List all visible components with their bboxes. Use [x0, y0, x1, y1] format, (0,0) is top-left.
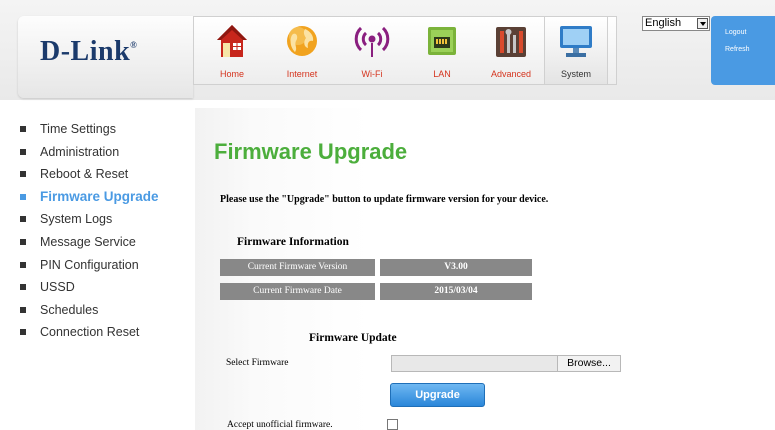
bullet-icon: [20, 329, 26, 336]
select-firmware-label: Select Firmware: [226, 358, 289, 368]
firmware-file-input[interactable]: Browse...: [391, 355, 621, 372]
home-icon: [217, 25, 247, 57]
language-select[interactable]: English: [642, 16, 710, 31]
nav-lan-label: LAN: [433, 69, 451, 79]
logout-link[interactable]: Logout: [725, 29, 746, 36]
wifi-icon: [354, 26, 390, 57]
bullet-icon: [20, 238, 26, 245]
brand-name: D-Link: [40, 36, 131, 67]
nav-wifi-label: Wi-Fi: [361, 69, 383, 79]
nav-advanced-label: Advanced: [490, 69, 532, 79]
bullet-icon: [20, 193, 26, 200]
nav-advanced[interactable]: Advanced: [480, 17, 542, 84]
nav-home[interactable]: Home: [201, 17, 263, 84]
tools-icon: [496, 27, 526, 57]
main-nav: Home Internet Wi-Fi LAN Advanced System: [193, 16, 617, 85]
sidebar-item-time-settings[interactable]: Time Settings: [20, 120, 195, 143]
bullet-icon: [20, 261, 26, 268]
nav-wifi[interactable]: Wi-Fi: [341, 17, 403, 84]
unofficial-firmware-checkbox[interactable]: [387, 419, 398, 430]
sidebar-menu: Time Settings Administration Reboot & Re…: [20, 120, 195, 346]
firmware-update-heading: Firmware Update: [309, 332, 397, 344]
refresh-link[interactable]: Refresh: [725, 46, 750, 53]
sidebar-item-administration[interactable]: Administration: [20, 143, 195, 166]
nav-lan[interactable]: LAN: [411, 17, 473, 84]
info-version-label: Current Firmware Version: [220, 259, 375, 276]
sidebar-item-label: Administration: [40, 144, 120, 159]
nav-system-label: System: [560, 69, 591, 79]
sidebar-item-label: Time Settings: [40, 122, 116, 136]
sidebar-item-label: PIN Configuration: [40, 257, 139, 272]
unofficial-firmware-label: Accept unofficial firmware.: [227, 420, 333, 430]
sidebar-item-pin-configuration[interactable]: PIN Configuration: [20, 256, 195, 279]
sidebar-item-label: Schedules: [40, 302, 99, 317]
sidebar-item-label: Firmware Upgrade: [40, 188, 159, 204]
sidebar-item-label: Message Service: [40, 234, 136, 249]
bullet-icon: [20, 216, 26, 223]
sidebar-item-schedules[interactable]: Schedules: [20, 301, 195, 324]
sidebar-item-label: USSD: [40, 280, 75, 295]
nav-internet-label: Internet: [286, 69, 318, 79]
bullet-icon: [20, 171, 26, 178]
bullet-icon: [20, 284, 26, 291]
info-date-label: Current Firmware Date: [220, 283, 375, 300]
nav-internet[interactable]: Internet: [271, 17, 333, 84]
bullet-icon: [20, 148, 26, 155]
sidebar-item-reboot-reset[interactable]: Reboot & Reset: [20, 165, 195, 188]
sidebar-item-connection-reset[interactable]: Connection Reset: [20, 323, 195, 346]
sidebar-item-ussd[interactable]: USSD: [20, 278, 195, 301]
sidebar-item-label: Connection Reset: [40, 325, 140, 340]
sidebar-item-message-service[interactable]: Message Service: [20, 233, 195, 256]
bullet-icon: [20, 306, 26, 313]
dlink-logo[interactable]: D-Link®: [40, 36, 137, 68]
nav-home-label: Home: [219, 69, 244, 79]
instruction-text: Please use the "Upgrade" button to updat…: [220, 194, 549, 205]
account-panel: Logout Refresh: [711, 16, 775, 85]
info-version-value: V3.00: [380, 259, 532, 276]
computer-icon: [560, 26, 592, 57]
sidebar-item-system-logs[interactable]: System Logs: [20, 210, 195, 233]
sidebar-item-label: System Logs: [40, 212, 113, 227]
globe-icon: [287, 26, 317, 56]
browse-button[interactable]: Browse...: [557, 356, 620, 371]
bullet-icon: [20, 126, 26, 132]
registered-mark: ®: [130, 40, 138, 50]
firmware-info-heading: Firmware Information: [237, 236, 349, 248]
file-path-field[interactable]: [392, 356, 558, 371]
upgrade-button[interactable]: Upgrade: [390, 383, 485, 407]
sidebar-item-firmware-upgrade[interactable]: Firmware Upgrade: [20, 188, 195, 211]
sidebar-item-label: Reboot & Reset: [40, 167, 129, 182]
nav-system[interactable]: System: [544, 17, 608, 84]
page-title: Firmware Upgrade: [214, 139, 408, 164]
lan-icon: [428, 27, 456, 55]
language-value: English: [645, 17, 682, 29]
info-date-value: 2015/03/04: [380, 283, 532, 300]
chevron-down-icon[interactable]: [697, 18, 708, 29]
